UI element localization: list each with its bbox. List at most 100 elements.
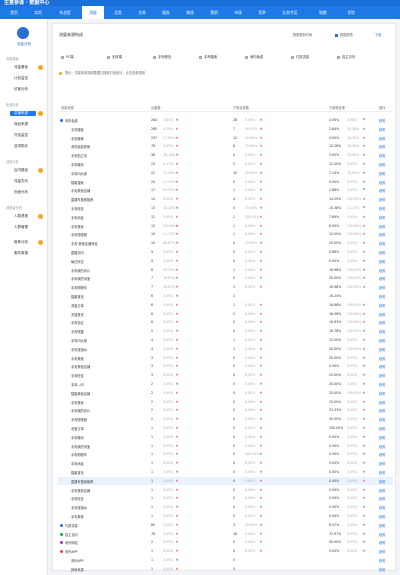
trend-link[interactable]: 趋势 — [379, 549, 385, 554]
trend-link[interactable]: 趋势 — [379, 338, 385, 343]
nav-item[interactable]: 学院 — [340, 6, 362, 19]
sidebar-item[interactable]: 外投监控 — [14, 133, 28, 138]
trend-link[interactable]: 趋势 — [379, 391, 385, 396]
nav-item[interactable]: 市场 — [227, 6, 249, 19]
nav-item[interactable]: 竞争 — [251, 6, 273, 19]
trend-link[interactable]: 趋势 — [379, 470, 385, 475]
trend-link[interactable]: 趋势 — [379, 514, 385, 519]
nav-item[interactable]: 物流 — [179, 6, 201, 19]
trend-link[interactable]: 趋势 — [379, 461, 385, 466]
trend-link[interactable]: 趋势 — [379, 408, 385, 413]
trend-link[interactable]: 趋势 — [379, 303, 385, 308]
trend-link[interactable]: 趋势 — [379, 162, 385, 167]
trend-link[interactable]: 趋势 — [379, 312, 385, 317]
trend-link[interactable]: 趋势 — [379, 479, 385, 484]
sidebar-item[interactable]: 人群管理 — [14, 225, 28, 230]
sidebar-item[interactable]: 访客分析 — [14, 87, 28, 92]
trend-link[interactable]: 趋势 — [379, 320, 385, 325]
sidebar-item[interactable]: 页面分析 — [14, 190, 28, 195]
trend-link[interactable]: 趋势 — [379, 285, 385, 290]
source-tab[interactable]: 手淘首页 — [153, 54, 171, 59]
sidebar-item[interactable]: 推荐分析 — [14, 240, 28, 245]
visitor-count: 1 — [151, 496, 154, 501]
table-row: 淘宝订单 1 0.00% 0 0.00% 100.00% 0.00% ▲ ▲ ▲ 趋势 — [57, 424, 393, 433]
table-row: 手淘推荐 237 27.85% 12 50.00% 4.90% 19.35% ▲ ▲ ▲ 趋势 — [57, 134, 393, 143]
nav-item[interactable]: 实时 — [27, 6, 49, 19]
trend-link[interactable]: 趋势 — [379, 180, 385, 185]
source-tab[interactable]: 淘内免费 — [245, 54, 263, 59]
trend-link[interactable]: 趋势 — [379, 197, 385, 202]
trend-link[interactable]: 趋势 — [379, 232, 385, 237]
buyer-change: 0.00% — [245, 496, 256, 501]
source-tab[interactable]: 自主访问 — [337, 54, 355, 59]
trend-link[interactable]: 趋势 — [379, 127, 385, 132]
trend-link[interactable]: 趋势 — [379, 329, 385, 334]
trend-link[interactable]: 趋势 — [379, 347, 385, 352]
source-tab[interactable]: 无线端 — [107, 54, 122, 59]
sidebar-item[interactable]: 店内路径 — [14, 168, 28, 173]
trend-link[interactable]: 趋势 — [379, 488, 385, 493]
trend-link[interactable]: 趋势 — [379, 206, 385, 211]
trend-link[interactable]: 趋势 — [379, 505, 385, 510]
arrow-up-icon: ▲ — [176, 170, 178, 174]
nav-item[interactable]: 业务专区 — [275, 6, 305, 19]
nav-item[interactable]: 交易 — [131, 6, 153, 19]
visitor-change: 0.00% — [163, 514, 174, 518]
trend-link[interactable]: 趋势 — [379, 496, 385, 501]
sidebar-item[interactable]: 店铺来源 — [10, 111, 36, 116]
trend-link[interactable]: 趋势 — [379, 567, 385, 572]
sidebar-item[interactable]: 人群透视 — [14, 214, 28, 219]
buyer-count: 0 — [233, 443, 236, 448]
trend-link[interactable]: 趋势 — [379, 426, 385, 431]
nav-item[interactable]: 取数 — [310, 6, 336, 19]
trend-link[interactable]: 趋势 — [379, 356, 385, 361]
trend-link[interactable]: 趋势 — [379, 250, 385, 255]
trend-link[interactable]: 趋势 — [379, 382, 385, 387]
trend-link[interactable]: 趋势 — [379, 364, 385, 369]
nav-item[interactable]: 营销 — [203, 6, 225, 19]
source-tab[interactable]: PC端 — [61, 54, 74, 59]
trend-link[interactable]: 趋势 — [379, 118, 385, 123]
nav-item[interactable]: 服务 — [155, 6, 177, 19]
sidebar-item[interactable]: 流量去向 — [14, 179, 28, 184]
trend-link[interactable]: 趋势 — [379, 400, 385, 405]
sidebar-item[interactable]: 选词助手 — [14, 144, 28, 149]
trend-link[interactable]: 趋势 — [379, 373, 385, 378]
trend-link[interactable]: 趋势 — [379, 153, 385, 158]
trend-link[interactable]: 趋势 — [379, 268, 385, 273]
trend-link[interactable]: 趋势 — [379, 215, 385, 220]
trend-link[interactable]: 趋势 — [379, 523, 385, 528]
nav-item[interactable]: 流量 — [82, 6, 104, 19]
trend-link[interactable]: 趋势 — [379, 532, 385, 537]
trend-link[interactable]: 趋势 — [379, 294, 385, 299]
trend-link[interactable]: 趋势 — [379, 171, 385, 176]
trend-link[interactable]: 趋势 — [379, 417, 385, 422]
trend-link[interactable]: 趋势 — [379, 188, 385, 193]
trend-link[interactable]: 趋势 — [379, 452, 385, 457]
trend-link[interactable]: 趋势 — [379, 144, 385, 149]
conversion-change: 10.36% — [347, 126, 360, 131]
sidebar-item[interactable]: 流量看板 — [14, 65, 28, 70]
nav-item[interactable]: 作战室 — [51, 6, 79, 19]
nav-item[interactable]: 品类 — [107, 6, 129, 19]
trend-checkbox[interactable]: 数据趋势 — [335, 32, 353, 37]
trend-link[interactable]: 趋势 — [379, 540, 385, 545]
sidebar-item[interactable]: 计划监控 — [14, 76, 28, 81]
tab-label: 淘内免费 — [250, 55, 264, 59]
source-tab[interactable]: 付费流量 — [291, 54, 309, 59]
trend-link[interactable]: 趋势 — [379, 241, 385, 246]
trend-link[interactable]: 趋势 — [379, 136, 385, 141]
sidebar-item[interactable]: 商品来源 — [14, 122, 28, 127]
trend-link[interactable]: 趋势 — [379, 224, 385, 229]
source-tab[interactable]: 手淘搜索 — [199, 54, 217, 59]
trend-link[interactable]: 趋势 — [379, 259, 385, 264]
visitor-change: 11.11% — [163, 179, 176, 184]
nav-item[interactable]: 首页 — [3, 6, 25, 19]
sidebar-item[interactable]: 服务周报 — [14, 251, 28, 256]
trend-link[interactable]: 趋势 — [379, 276, 385, 281]
trend-link[interactable]: 趋势 — [379, 435, 385, 440]
download-link[interactable]: 下载 — [375, 32, 381, 37]
visitor-count: 1 — [151, 443, 154, 448]
trend-link[interactable]: 趋势 — [379, 444, 385, 449]
trend-link[interactable]: 趋势 — [379, 558, 385, 563]
